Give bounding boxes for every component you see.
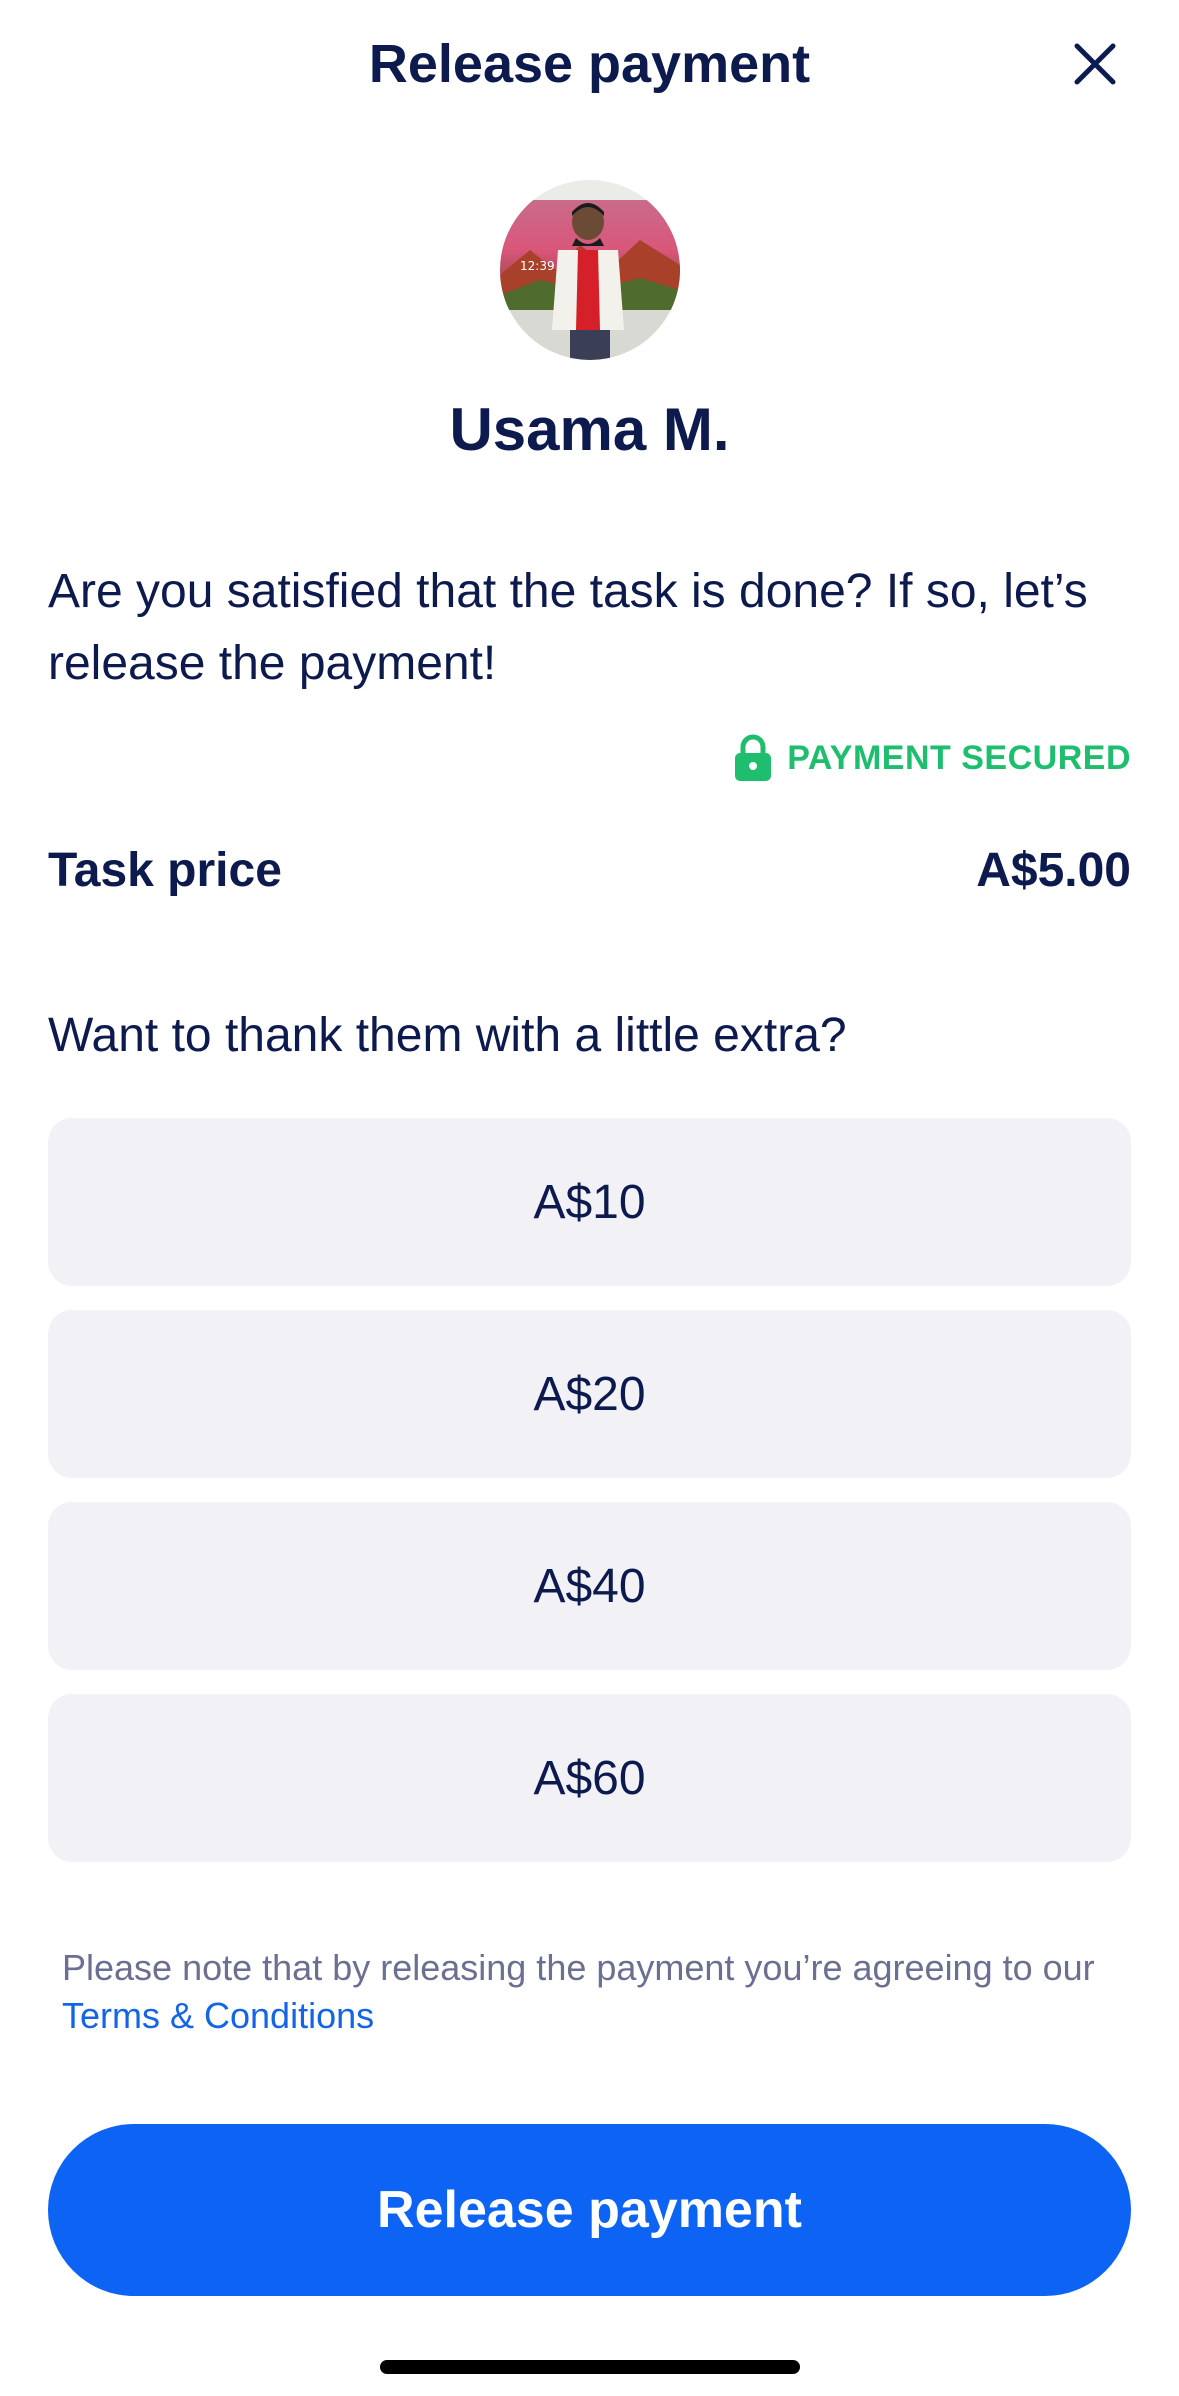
tip-question: Want to thank them with a little extra? [48, 1009, 847, 1062]
lock-icon [735, 734, 772, 781]
tip-option-40[interactable]: A$40 [48, 1502, 1131, 1670]
tip-option-20[interactable]: A$20 [48, 1310, 1131, 1478]
terms-note-text: Please note that by releasing the paymen… [62, 1947, 1095, 1988]
home-indicator [380, 2360, 800, 2374]
terms-link[interactable]: Terms & Conditions [62, 1995, 374, 2036]
terms-note: Please note that by releasing the paymen… [62, 1944, 1122, 2040]
page-title: Release payment [368, 34, 811, 94]
tip-option-60[interactable]: A$60 [48, 1694, 1131, 1862]
tip-option-10[interactable]: A$10 [48, 1118, 1131, 1286]
release-payment-button[interactable]: Release payment [48, 2124, 1131, 2296]
close-button[interactable] [1059, 28, 1131, 100]
payment-secured-badge: PAYMENT SECURED [733, 730, 1131, 786]
task-price-row: Task price A$5.00 [48, 832, 1131, 908]
task-price-label: Task price [48, 843, 282, 897]
task-price-value: A$5.00 [976, 843, 1131, 897]
svg-text:12:39: 12:39 [520, 259, 555, 273]
avatar: 12:39 [500, 180, 680, 360]
close-icon [1074, 43, 1116, 85]
tip-options: A$10 A$20 A$40 A$60 [48, 1118, 1131, 1886]
tasker-name: Usama M. [449, 396, 730, 463]
confirmation-prompt: Are you satisfied that the task is done?… [48, 565, 1088, 690]
payment-secured-label: PAYMENT SECURED [787, 738, 1131, 777]
